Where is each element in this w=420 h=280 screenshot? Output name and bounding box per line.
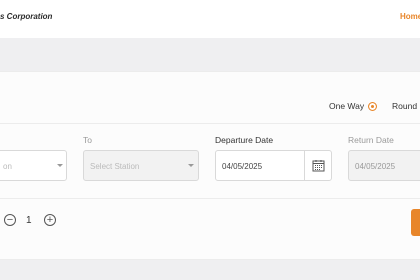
plus-icon: + bbox=[46, 213, 54, 226]
trip-option-round-label: Round bbox=[392, 101, 418, 111]
calendar-button[interactable] bbox=[304, 151, 331, 180]
calendar-icon bbox=[312, 160, 324, 172]
one-way-radio[interactable] bbox=[368, 101, 378, 111]
nav-home-link[interactable]: Home bbox=[400, 12, 420, 21]
departure-date-value: 04/05/2025 bbox=[222, 162, 263, 171]
departure-date-label: Departure Date bbox=[215, 135, 274, 145]
increment-passengers-button[interactable]: + bbox=[44, 214, 56, 226]
to-station-placeholder: Select Station bbox=[90, 162, 140, 171]
passenger-count: 1 bbox=[26, 215, 32, 226]
brand-name: s Corporation bbox=[0, 12, 53, 21]
return-date-label: Return Date bbox=[348, 135, 394, 145]
from-station-value: on bbox=[3, 162, 12, 171]
return-date-value: 04/05/2025 bbox=[355, 162, 396, 171]
divider bbox=[0, 123, 420, 124]
decrement-passengers-button[interactable]: − bbox=[4, 214, 16, 226]
trip-option-one-way[interactable]: One Way bbox=[329, 101, 378, 111]
top-navbar: s Corporation Home bbox=[0, 0, 420, 38]
minus-icon: − bbox=[6, 213, 14, 226]
search-button[interactable] bbox=[411, 209, 420, 236]
to-label: To bbox=[83, 135, 92, 145]
to-station-select[interactable]: Select Station bbox=[83, 150, 199, 181]
booking-form-card: One Way Round To Departure Date Return D… bbox=[0, 71, 420, 260]
chevron-down-icon bbox=[57, 164, 63, 167]
trip-option-one-way-label: One Way bbox=[329, 101, 365, 111]
chevron-down-icon bbox=[188, 164, 194, 167]
trip-option-round-trip[interactable]: Round bbox=[392, 101, 417, 111]
from-station-select[interactable]: on bbox=[0, 150, 67, 181]
return-date-field[interactable]: 04/05/2025 bbox=[348, 150, 420, 181]
departure-date-field[interactable]: 04/05/2025 bbox=[215, 150, 332, 181]
divider bbox=[0, 198, 420, 199]
